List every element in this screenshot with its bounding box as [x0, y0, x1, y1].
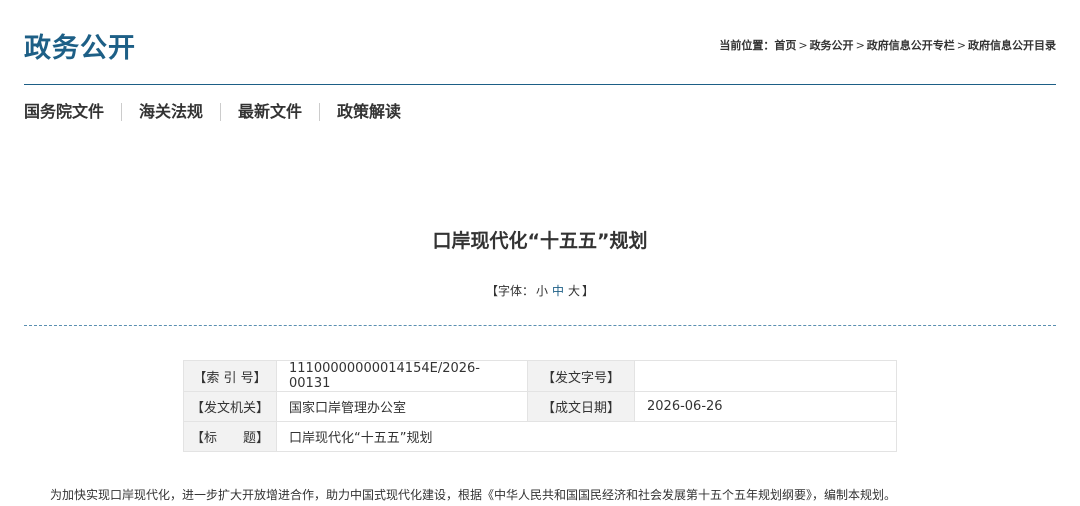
- article-title: 口岸现代化“十五五”规划: [432, 230, 648, 252]
- article-body-paragraph: 为加快实现口岸现代化，进一步扩大开放增进合作，助力中国式现代化建设，根据《中华人…: [50, 488, 897, 502]
- dashed-divider: [24, 325, 1056, 326]
- document-number-value: [634, 360, 897, 392]
- index-number-value: 11100000000014154E/2026-00131: [276, 360, 528, 392]
- font-size-suffix: 】: [582, 284, 595, 298]
- breadcrumb: 当前位置：首页 > 政务公开 > 政府信息公开专栏 > 政府信息公开目录: [719, 37, 1056, 53]
- subnav-item-customs-regulations[interactable]: 海关法规: [121, 103, 220, 121]
- breadcrumb-separator: >: [798, 39, 808, 52]
- site-title[interactable]: 政务公开: [24, 26, 136, 65]
- breadcrumb-link-gov-affairs[interactable]: 政务公开: [810, 39, 854, 52]
- issuing-authority-label: 【发文机关】: [183, 391, 277, 422]
- table-row: 【索 引 号】 11100000000014154E/2026-00131 【发…: [183, 360, 897, 392]
- issuing-authority-value: 国家口岸管理办公室: [276, 391, 528, 422]
- font-size-switcher: 【字体：小中大】: [0, 282, 1080, 299]
- written-date-label: 【成文日期】: [527, 391, 635, 422]
- font-size-large-button[interactable]: 大: [568, 284, 580, 298]
- breadcrumb-link-info-catalog[interactable]: 政府信息公开目录: [968, 39, 1056, 52]
- document-number-label: 【发文字号】: [527, 360, 635, 392]
- font-size-prefix: 【字体：: [485, 284, 534, 298]
- breadcrumb-link-home[interactable]: 首页: [774, 39, 796, 52]
- document-info-table: 【索 引 号】 11100000000014154E/2026-00131 【发…: [183, 360, 897, 452]
- sub-navigation: 国务院文件 海关法规 最新文件 政策解读: [24, 103, 418, 121]
- table-row: 【标 题】 口岸现代化“十五五”规划: [183, 421, 897, 452]
- written-date-value: 2026-06-26: [634, 391, 897, 422]
- breadcrumb-separator: >: [855, 39, 865, 52]
- page-header: 政务公开 当前位置：首页 > 政务公开 > 政府信息公开专栏 > 政府信息公开目录: [24, 0, 1056, 85]
- subject-value: 口岸现代化“十五五”规划: [276, 421, 897, 452]
- subnav-item-state-council-docs[interactable]: 国务院文件: [24, 103, 121, 121]
- font-size-medium-button[interactable]: 中: [552, 284, 564, 298]
- subnav-item-policy-interpretation[interactable]: 政策解读: [319, 103, 418, 121]
- table-row: 【发文机关】 国家口岸管理办公室 【成文日期】 2026-06-26: [183, 391, 897, 422]
- subnav-item-latest-docs[interactable]: 最新文件: [220, 103, 319, 121]
- index-number-label: 【索 引 号】: [183, 360, 277, 392]
- breadcrumb-link-info-column[interactable]: 政府信息公开专栏: [867, 39, 955, 52]
- breadcrumb-separator: >: [956, 39, 966, 52]
- breadcrumb-prefix: 当前位置：: [719, 39, 775, 52]
- subject-label: 【标 题】: [183, 421, 277, 452]
- font-size-small-button[interactable]: 小: [536, 284, 548, 298]
